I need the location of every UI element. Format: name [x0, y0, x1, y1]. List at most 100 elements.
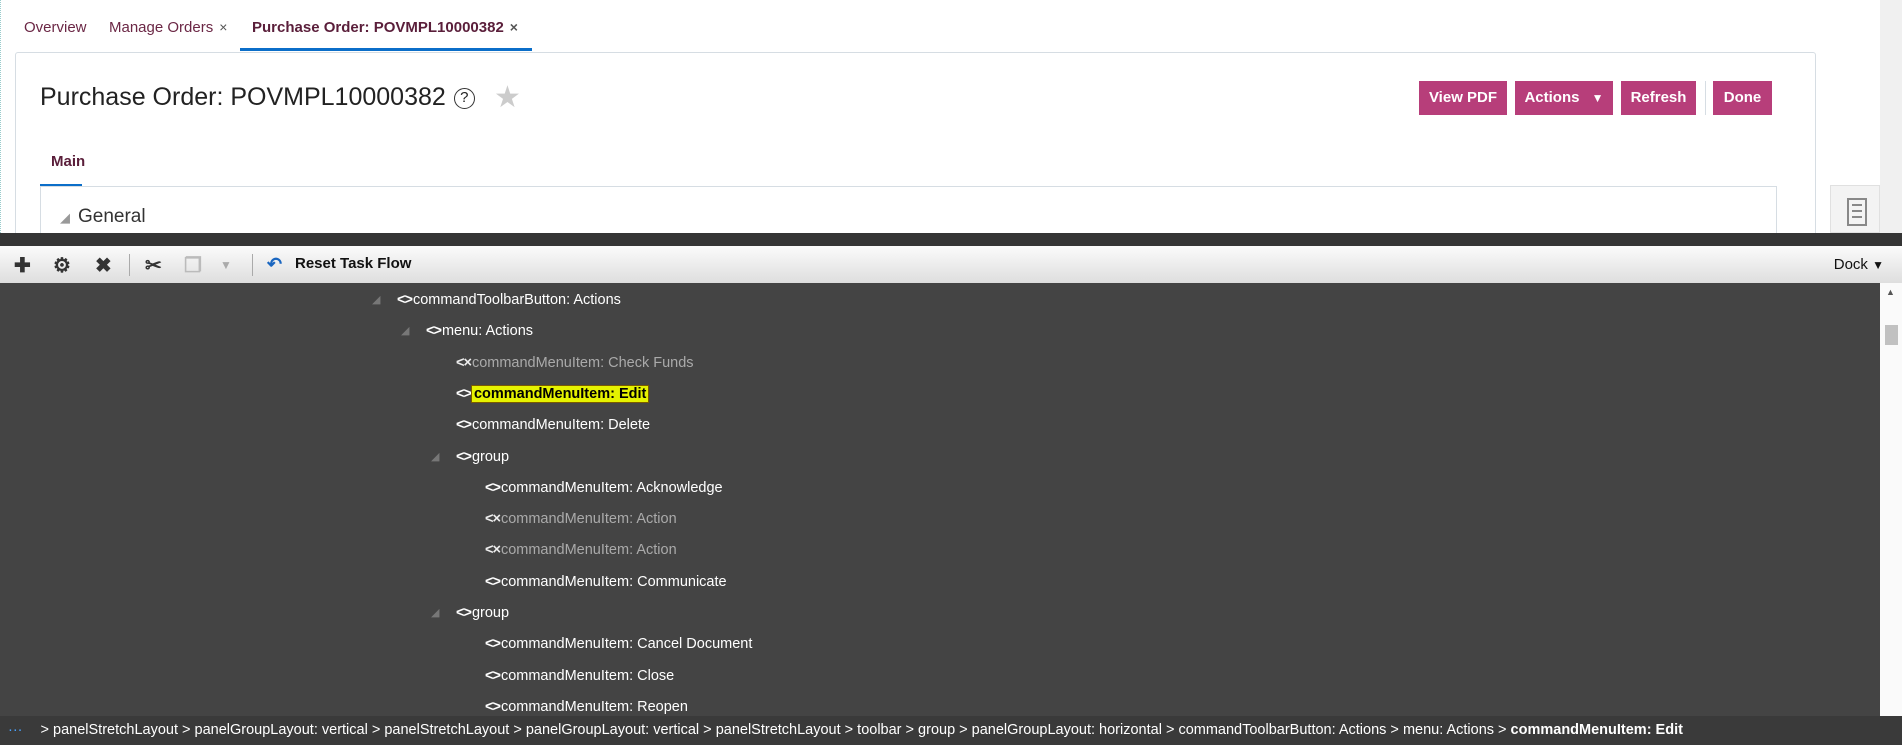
breadcrumb-item[interactable]: panelStretchLayout [384, 722, 509, 738]
tree-node[interactable]: ◢ <>menu: Actions [401, 321, 533, 341]
breadcrumb-separator: > [1161, 722, 1179, 738]
breadcrumb-separator: > [36, 722, 54, 738]
view-pdf-button[interactable]: View PDF [1419, 81, 1507, 115]
breadcrumb-item[interactable]: toolbar [857, 722, 901, 738]
dock-menu[interactable]: Dock ▼ [1834, 256, 1884, 273]
tab-purchase-order[interactable]: Purchase Order: POVMPL10000382 × [252, 19, 518, 36]
close-icon[interactable]: × [219, 19, 227, 35]
delete-icon[interactable]: ✖ [95, 253, 112, 278]
breadcrumb-item[interactable]: group [918, 722, 955, 738]
add-icon[interactable]: ✚ [14, 253, 31, 278]
section-general-header[interactable]: ◢ General [60, 206, 146, 228]
tree-node[interactable]: <×commandMenuItem: Action [485, 540, 677, 560]
tree-node-label: group [471, 605, 510, 621]
inspector-toolbar: ✚ ⚙ ✖ ✂ ❐ ▼ ↶ Reset Task Flow Dock ▼ [0, 246, 1902, 283]
tree-node[interactable]: <×commandMenuItem: Check Funds [456, 353, 694, 373]
tree-node-label: commandMenuItem: Cancel Document [500, 636, 753, 653]
breadcrumb-item[interactable]: commandToolbarButton: Actions [1178, 722, 1386, 738]
tree-node[interactable]: <>commandMenuItem: Acknowledge [485, 478, 723, 498]
tree-node-label: commandMenuItem: Check Funds [471, 354, 694, 371]
tree-node[interactable]: <×commandMenuItem: Action [485, 509, 677, 529]
tree-node-label: commandToolbarButton: Actions [412, 292, 621, 308]
active-tab-indicator [240, 48, 532, 51]
breadcrumb-separator: > [367, 722, 385, 738]
breadcrumb-item[interactable]: menu: Actions [1403, 722, 1494, 738]
component-icon: <> [485, 698, 501, 715]
undo-icon[interactable]: ↶ [267, 254, 282, 275]
breadcrumb-separator: > [509, 722, 526, 738]
tree-node-label: commandMenuItem: Close [500, 667, 675, 684]
tree-node[interactable]: <> commandMenuItem: Edit [456, 384, 650, 404]
divider [129, 254, 130, 276]
dropdown-arrow-icon: ▼ [1591, 91, 1604, 105]
page-title-text: Purchase Order: POVMPL10000382 [40, 83, 446, 111]
component-icon: <> [456, 605, 472, 621]
reset-task-flow-button[interactable]: Reset Task Flow [295, 255, 411, 272]
tree-node-label: commandMenuItem: Action [500, 511, 677, 528]
tab-main[interactable]: Main [51, 153, 85, 170]
breadcrumb-separator: > [699, 722, 716, 738]
tree-node-label: commandMenuItem: Edit [470, 384, 650, 403]
breadcrumb: ··· > panelStretchLayout > panelGroupLay… [0, 716, 1902, 745]
tree-node[interactable]: <>commandMenuItem: Communicate [485, 572, 727, 592]
more-icon[interactable]: ··· [8, 722, 23, 738]
tab-label: Manage Orders [109, 19, 214, 36]
expand-triangle-icon: ◢ [60, 210, 70, 225]
breadcrumb-item[interactable]: panelGroupLayout: vertical [195, 722, 368, 738]
document-icon[interactable] [1847, 198, 1867, 226]
section-title: General [78, 206, 146, 227]
tree-node[interactable]: <>commandMenuItem: Delete [456, 415, 650, 435]
tree-node[interactable]: <>commandMenuItem: Reopen [485, 697, 688, 716]
collapse-triangle-icon[interactable]: ◢ [401, 321, 409, 341]
tree-node[interactable]: ◢ <>group [431, 603, 510, 623]
breadcrumb-item[interactable]: panelStretchLayout [716, 722, 841, 738]
scrollbar-thumb[interactable] [1885, 325, 1898, 345]
breadcrumb-separator: > [1386, 722, 1403, 738]
actions-button[interactable]: Actions ▼ [1515, 81, 1613, 115]
tree-node[interactable]: <>commandMenuItem: Close [485, 666, 674, 686]
tab-overview[interactable]: Overview [24, 19, 87, 36]
breadcrumb-current: commandMenuItem: Edit [1510, 722, 1683, 738]
tree-node-label: commandMenuItem: Reopen [500, 698, 688, 715]
done-button[interactable]: Done [1713, 81, 1772, 115]
help-icon[interactable]: ? [453, 88, 475, 109]
breadcrumb-separator: > [955, 722, 972, 738]
dropdown-arrow-icon: ▼ [1872, 258, 1884, 272]
collapse-triangle-icon[interactable]: ◢ [372, 290, 380, 310]
component-icon: <> [426, 323, 442, 340]
divider [252, 254, 253, 276]
settings-icon[interactable]: ⚙ [53, 253, 71, 278]
paste-icon: ❐ [184, 255, 202, 277]
page-scrollbar[interactable] [1880, 0, 1902, 233]
collapse-triangle-icon[interactable]: ◢ [431, 447, 439, 467]
tree-node-label: commandMenuItem: Action [500, 542, 677, 559]
dropdown-icon: ▼ [220, 258, 232, 272]
collapse-triangle-icon[interactable]: ◢ [431, 603, 439, 623]
breadcrumb-item[interactable]: panelGroupLayout: vertical [526, 722, 699, 738]
scroll-up-icon[interactable]: ▲ [1886, 287, 1895, 297]
splitter[interactable] [0, 233, 1902, 246]
breadcrumb-item[interactable]: panelStretchLayout [53, 722, 178, 738]
component-icon: <> [485, 479, 501, 496]
component-icon: <> [456, 385, 472, 402]
tree-node-label: group [471, 448, 510, 465]
hidden-component-icon: <× [485, 542, 501, 559]
actions-label: Actions [1524, 89, 1580, 106]
cut-icon[interactable]: ✂ [145, 253, 162, 278]
breadcrumb-separator: > [901, 722, 919, 738]
breadcrumb-item[interactable]: panelGroupLayout: horizontal [972, 722, 1162, 738]
favorite-star-icon[interactable]: ★ [494, 80, 521, 115]
tree-scrollbar[interactable]: ▲ [1880, 283, 1902, 716]
tab-manage-orders[interactable]: Manage Orders × [109, 19, 227, 36]
component-icon: <> [456, 417, 472, 434]
breadcrumb-separator: > [1494, 722, 1511, 738]
tree-node[interactable]: <>commandMenuItem: Cancel Document [485, 634, 752, 654]
tree-node[interactable]: ◢ <>group [431, 447, 510, 467]
page-title: Purchase Order: POVMPL10000382? [40, 83, 475, 112]
tree-node[interactable]: ◢ <>commandToolbarButton: Actions [372, 290, 621, 310]
close-icon[interactable]: × [510, 19, 518, 35]
hidden-component-icon: <× [485, 511, 501, 528]
component-icon: <> [485, 573, 501, 590]
refresh-button[interactable]: Refresh [1621, 81, 1696, 115]
component-icon: <> [397, 292, 413, 308]
